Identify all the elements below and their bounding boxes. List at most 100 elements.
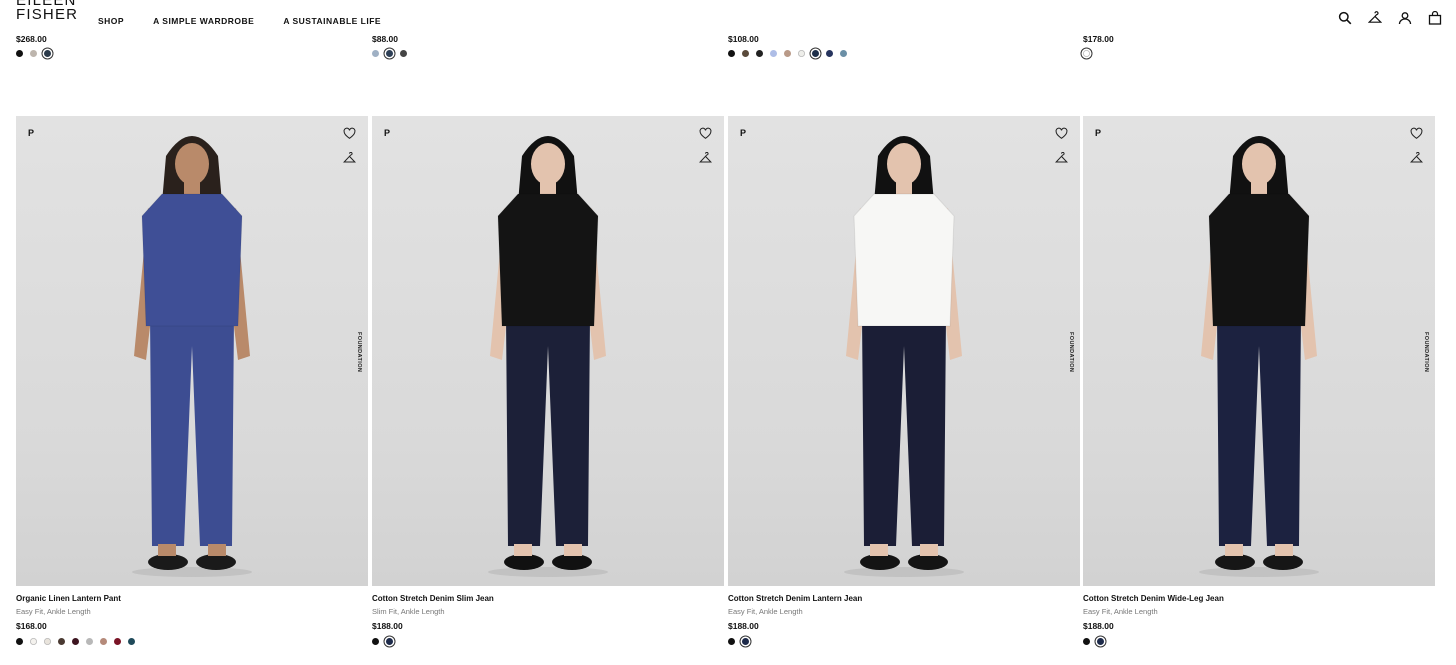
hanger-icon[interactable]	[1367, 11, 1383, 25]
color-swatch[interactable]	[812, 50, 819, 57]
brand-logo[interactable]: EILEEN FISHER	[16, 0, 78, 22]
heart-icon[interactable]	[1055, 127, 1068, 140]
top-product-1[interactable]: $268.00	[16, 34, 51, 57]
color-swatch[interactable]	[58, 638, 65, 645]
color-swatch[interactable]	[728, 50, 735, 57]
left-ankle	[514, 544, 532, 556]
product-fit: Easy Fit, Ankle Length	[1083, 607, 1158, 616]
color-swatch[interactable]	[798, 50, 805, 57]
product-badge: P	[740, 128, 747, 138]
color-swatch[interactable]	[72, 638, 79, 645]
floor-shadow	[1199, 567, 1319, 577]
color-swatch[interactable]	[826, 50, 833, 57]
product-fit: Easy Fit, Ankle Length	[16, 607, 91, 616]
logo-line-2: FISHER	[16, 6, 79, 23]
color-swatch[interactable]	[728, 638, 735, 645]
product-name[interactable]: Cotton Stretch Denim Lantern Jean	[728, 594, 1080, 603]
product-badge: P	[384, 128, 391, 138]
color-swatch[interactable]	[1083, 638, 1090, 645]
product-badge: P	[28, 128, 35, 138]
color-swatches	[1083, 50, 1114, 57]
product-image[interactable]: P	[372, 116, 724, 586]
utility-icons	[1338, 10, 1442, 25]
collection-label: FOUNDATION	[356, 332, 362, 373]
color-swatch[interactable]	[756, 50, 763, 57]
hanger-icon[interactable]	[1409, 151, 1424, 163]
hanger-icon[interactable]	[698, 151, 713, 163]
color-swatch[interactable]	[840, 50, 847, 57]
color-swatches	[728, 50, 847, 57]
product-card[interactable]: P FOUNDATION Cotton Stretch Denim Wide-L…	[1083, 116, 1435, 645]
product-badge: P	[1095, 128, 1102, 138]
color-swatch[interactable]	[128, 638, 135, 645]
product-name[interactable]: Cotton Stretch Denim Wide-Leg Jean	[1083, 594, 1435, 603]
color-swatch[interactable]	[1097, 638, 1104, 645]
color-swatches	[16, 50, 51, 57]
left-ankle	[1225, 544, 1243, 556]
top-garment	[853, 193, 955, 327]
hanger-icon[interactable]	[1054, 151, 1069, 163]
color-swatch[interactable]	[742, 638, 749, 645]
color-swatch[interactable]	[1083, 50, 1090, 57]
product-card[interactable]: P FOUNDATION Cotton Stretch Denim Lanter…	[728, 116, 1080, 645]
collection-label: FOUNDATION	[1423, 332, 1429, 373]
color-swatch[interactable]	[372, 50, 379, 57]
right-ankle	[920, 544, 938, 556]
color-swatch[interactable]	[16, 638, 23, 645]
color-swatch[interactable]	[16, 50, 23, 57]
left-shoe	[860, 554, 900, 570]
left-ankle	[870, 544, 888, 556]
account-icon[interactable]	[1398, 11, 1412, 25]
product-image[interactable]: P FOUNDATION	[728, 116, 1080, 586]
color-swatches	[728, 638, 1080, 645]
color-swatch[interactable]	[386, 638, 393, 645]
site-header: EILEEN FISHER SHOP A SIMPLE WARDROBE A S…	[0, 0, 1456, 34]
heart-icon[interactable]	[699, 127, 712, 140]
color-swatch[interactable]	[30, 50, 37, 57]
bag-icon[interactable]	[1428, 10, 1442, 25]
product-name[interactable]: Cotton Stretch Denim Slim Jean	[372, 594, 724, 603]
product-name[interactable]: Organic Linen Lantern Pant	[16, 594, 368, 603]
color-swatch[interactable]	[372, 638, 379, 645]
color-swatches	[1083, 638, 1435, 645]
left-ankle	[158, 544, 176, 556]
top-product-4[interactable]: $178.00	[1083, 34, 1114, 57]
color-swatch[interactable]	[386, 50, 393, 57]
pants	[1217, 316, 1301, 546]
nav-shop[interactable]: SHOP	[98, 16, 124, 26]
color-swatch[interactable]	[30, 638, 37, 645]
right-ankle	[208, 544, 226, 556]
color-swatches	[372, 50, 407, 57]
nav-sustainable-life[interactable]: A SUSTAINABLE LIFE	[283, 16, 381, 26]
product-price: $188.00	[728, 621, 759, 631]
color-swatch[interactable]	[114, 638, 121, 645]
head	[887, 143, 921, 185]
top-product-3[interactable]: $108.00	[728, 34, 847, 57]
color-swatch[interactable]	[742, 50, 749, 57]
color-swatch[interactable]	[44, 638, 51, 645]
right-shoe	[196, 554, 236, 570]
color-swatch[interactable]	[44, 50, 51, 57]
model-figure	[132, 136, 252, 577]
main-nav: SHOP A SIMPLE WARDROBE A SUSTAINABLE LIF…	[98, 16, 381, 26]
color-swatch[interactable]	[784, 50, 791, 57]
product-card[interactable]: P FOUNDATION Organic Linen Lantern Pant …	[16, 116, 368, 645]
top-product-2[interactable]: $88.00	[372, 34, 407, 57]
color-swatches	[16, 638, 368, 645]
color-swatch[interactable]	[86, 638, 93, 645]
product-price: $178.00	[1083, 34, 1114, 44]
color-swatches	[372, 638, 724, 645]
product-image[interactable]: P FOUNDATION	[1083, 116, 1435, 586]
heart-icon[interactable]	[1410, 127, 1423, 140]
heart-icon[interactable]	[343, 127, 356, 140]
hanger-icon[interactable]	[342, 151, 357, 163]
color-swatch[interactable]	[400, 50, 407, 57]
color-swatch[interactable]	[770, 50, 777, 57]
search-icon[interactable]	[1338, 11, 1352, 25]
color-swatch[interactable]	[100, 638, 107, 645]
product-image[interactable]: P FOUNDATION	[16, 116, 368, 586]
product-card[interactable]: P Cotton Stretch Denim Slim Jean Slim Fi…	[372, 116, 724, 645]
top-garment	[1208, 193, 1310, 327]
top-garment	[141, 193, 243, 327]
nav-simple-wardrobe[interactable]: A SIMPLE WARDROBE	[153, 16, 254, 26]
